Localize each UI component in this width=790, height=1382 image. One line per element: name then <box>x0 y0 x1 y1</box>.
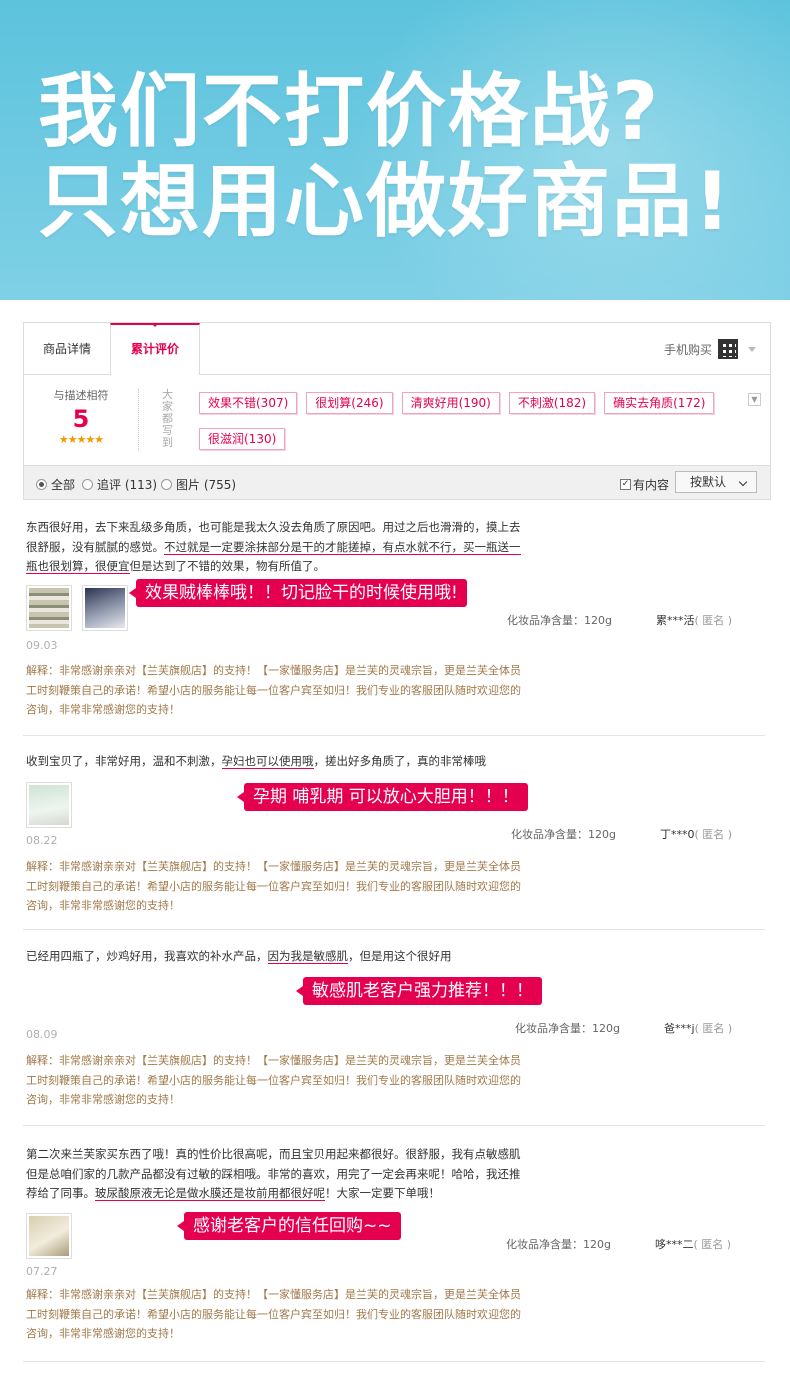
sort-value: 按默认 <box>690 475 727 489</box>
review-date: 08.09 <box>26 1028 58 1041</box>
divider <box>138 389 139 451</box>
checkmark-icon: ✓ <box>620 479 631 490</box>
anonymous-label: ( 匿名 ) <box>694 614 733 627</box>
tab-details[interactable]: 商品详情 <box>24 323 110 375</box>
review-photo[interactable] <box>26 1213 72 1259</box>
radio-selected-icon <box>36 479 47 490</box>
reviewer-name: 爸***j <box>664 1022 695 1035</box>
seller-reply: 解释：非常感谢亲亲对【兰芙旗舰店】的支持！【一家懂服务店】是兰芙的灵魂宗旨，更是… <box>26 664 521 716</box>
review-highlight: 玻尿酸原液无论是做水膜还是妆前用都很好呢 <box>95 1186 325 1201</box>
reviewer-name: 累***活 <box>656 614 695 627</box>
filter-followup-label: 追评 (113) <box>97 478 158 492</box>
review-text-part: ，搓出好多角质了，真的非常棒哦 <box>313 754 487 768</box>
mobile-buy[interactable]: 手机购买 <box>664 339 756 359</box>
has-content-label: 有内容 <box>633 478 670 492</box>
filter-all[interactable]: 全部 <box>36 476 75 493</box>
filter-bar: 全部 追评 (113) 图片 (755) ✓ 有内容 按默认 <box>24 466 770 499</box>
reviewer-name: 哆***二 <box>655 1238 694 1251</box>
tag-item[interactable]: 很滋润(130) <box>199 428 286 450</box>
highlight-callout: 敏感肌老客户强力推荐！！！ <box>296 977 542 1005</box>
tags-caption: 大家都写到 <box>162 388 173 449</box>
tag-item[interactable]: 效果不错(307) <box>199 392 298 414</box>
reviewer-name: 丁***0 <box>660 828 695 841</box>
seller-reply: 解释：非常感谢亲亲对【兰芙旗舰店】的支持！【一家懂服务店】是兰芙的灵魂宗旨，更是… <box>26 860 521 912</box>
seller-reply: 解释：非常感谢亲亲对【兰芙旗舰店】的支持！【一家懂服务店】是兰芙的灵魂宗旨，更是… <box>26 1288 521 1340</box>
review-highlight: 因为我是敏感肌 <box>267 949 348 964</box>
reviewer: 哆***二( 匿名 ) <box>655 1236 731 1252</box>
review-text-part: ，但是用这个很好用 <box>348 949 452 963</box>
review-panel: 商品详情 累计评价 手机购买 与描述相符 5 ★★★★★ 大家都写到 效果不错(… <box>23 322 771 500</box>
filter-pictures-label: 图片 (755) <box>176 478 237 492</box>
tab-bar: 商品详情 累计评价 手机购买 <box>24 323 770 376</box>
tab-reviews[interactable]: 累计评价 <box>110 323 200 376</box>
score-box: 与描述相符 5 ★★★★★ <box>24 375 138 466</box>
review-text-part: 已经用四瓶了，炒鸡好用，我喜欢的补水产品， <box>26 949 268 963</box>
reviewer: 累***活( 匿名 ) <box>656 612 732 628</box>
review-text-part: ！大家一定要下单哦！ <box>325 1186 440 1200</box>
tab-reviews-label: 累计评价 <box>130 342 179 356</box>
chevron-down-icon <box>738 477 748 487</box>
hero-banner: 我们不打价格战? 只想用心做好商品! <box>0 0 790 300</box>
review-date: 09.03 <box>26 639 58 652</box>
active-caret-icon <box>151 323 159 327</box>
rating-summary: 与描述相符 5 ★★★★★ 大家都写到 效果不错(307) 很划算(246) 清爽好… <box>24 375 770 466</box>
anonymous-label: ( 匿名 ) <box>694 828 733 841</box>
tag-item[interactable]: 很划算(246) <box>306 392 393 414</box>
filter-all-label: 全部 <box>51 478 76 492</box>
review-item: 已经用四瓶了，炒鸡好用，我喜欢的补水产品，因为我是敏感肌，但是用这个很好用 敏感… <box>23 930 765 1126</box>
review-photo[interactable] <box>82 585 128 631</box>
review-item: 收到宝贝了，非常好用，温和不刺激，孕妇也可以使用哦，搓出好多角质了，真的非常棒哦… <box>23 736 765 930</box>
review-text: 第二次来兰芙家买东西了哦！真的性价比很高呢，而且宝贝用起来都很好。很舒服，我有点… <box>26 1145 526 1204</box>
reviewer: 爸***j( 匿名 ) <box>664 1020 732 1036</box>
seller-reply: 解释：非常感谢亲亲对【兰芙旗舰店】的支持！【一家懂服务店】是兰芙的灵魂宗旨，更是… <box>26 1054 521 1106</box>
review-photo[interactable] <box>26 782 72 828</box>
review-date: 08.22 <box>26 834 58 847</box>
highlight-callout: 感谢老客户的信任回购~~ <box>177 1212 401 1240</box>
product-spec: 化妆品净含量：120g <box>506 1238 611 1251</box>
radio-icon <box>82 479 93 490</box>
sort-select[interactable]: 按默认 <box>675 471 757 493</box>
review-date: 07.27 <box>26 1265 58 1278</box>
radio-icon <box>161 479 172 490</box>
review-item: 东西很好用，去下来乱级多角质，也可能是我太久没去角质了原因吧。用过之后也滑滑的，… <box>23 512 765 736</box>
tag-list: 效果不错(307) 很划算(246) 清爽好用(190) 不刺激(182) 确实去角质(… <box>199 392 747 464</box>
product-spec: 化妆品净含量：120g <box>511 828 616 841</box>
review-text-part: 但是达到了不错的效果，物有所值了。 <box>129 559 326 573</box>
has-content-checkbox[interactable]: ✓ 有内容 <box>620 476 669 493</box>
filter-pictures[interactable]: 图片 (755) <box>161 476 236 493</box>
product-spec: 化妆品净含量：120g <box>507 614 612 627</box>
review-photo[interactable] <box>26 585 72 631</box>
expand-tags-icon[interactable]: ▼ <box>748 393 761 406</box>
review-text: 已经用四瓶了，炒鸡好用，我喜欢的补水产品，因为我是敏感肌，但是用这个很好用 <box>26 947 526 967</box>
highlight-callout: 效果贼棒棒哦！！切记脸干的时候使用哦! <box>129 579 467 607</box>
review-item: 第二次来兰芙家买东西了哦！真的性价比很高呢，而且宝贝用起来都很好。很舒服，我有点… <box>23 1126 765 1362</box>
tag-item[interactable]: 不刺激(182) <box>508 392 596 414</box>
review-highlight: 孕妇也可以使用哦 <box>221 754 314 769</box>
reviewer: 丁***0( 匿名 ) <box>660 826 732 842</box>
anonymous-label: ( 匿名 ) <box>694 1022 733 1035</box>
tag-item[interactable]: 清爽好用(190) <box>401 392 500 414</box>
anonymous-label: ( 匿名 ) <box>693 1238 732 1251</box>
review-text: 东西很好用，去下来乱级多角质，也可能是我太久没去角质了原因吧。用过之后也滑滑的，… <box>26 518 526 577</box>
qr-code-icon <box>718 339 738 359</box>
highlight-callout: 孕期 哺乳期 可以放心大胆用！！！ <box>237 783 528 811</box>
score-value: 5 <box>72 405 90 433</box>
review-text: 收到宝贝了，非常好用，温和不刺激，孕妇也可以使用哦，搓出好多角质了，真的非常棒哦 <box>26 752 526 772</box>
star-rating: ★★★★★ <box>58 433 104 446</box>
hero-headline-2: 只想用心做好商品! <box>38 155 733 248</box>
tag-item[interactable]: 确实去角质(172) <box>604 392 715 414</box>
chevron-down-icon <box>748 346 756 352</box>
match-label: 与描述相符 <box>53 389 109 402</box>
review-text-part: 收到宝贝了，非常好用，温和不刺激， <box>26 754 222 768</box>
product-spec: 化妆品净含量：120g <box>515 1022 620 1035</box>
hero-headline-1: 我们不打价格战? <box>38 65 661 158</box>
filter-followup[interactable]: 追评 (113) <box>82 476 157 493</box>
mobile-buy-label: 手机购买 <box>663 342 712 357</box>
